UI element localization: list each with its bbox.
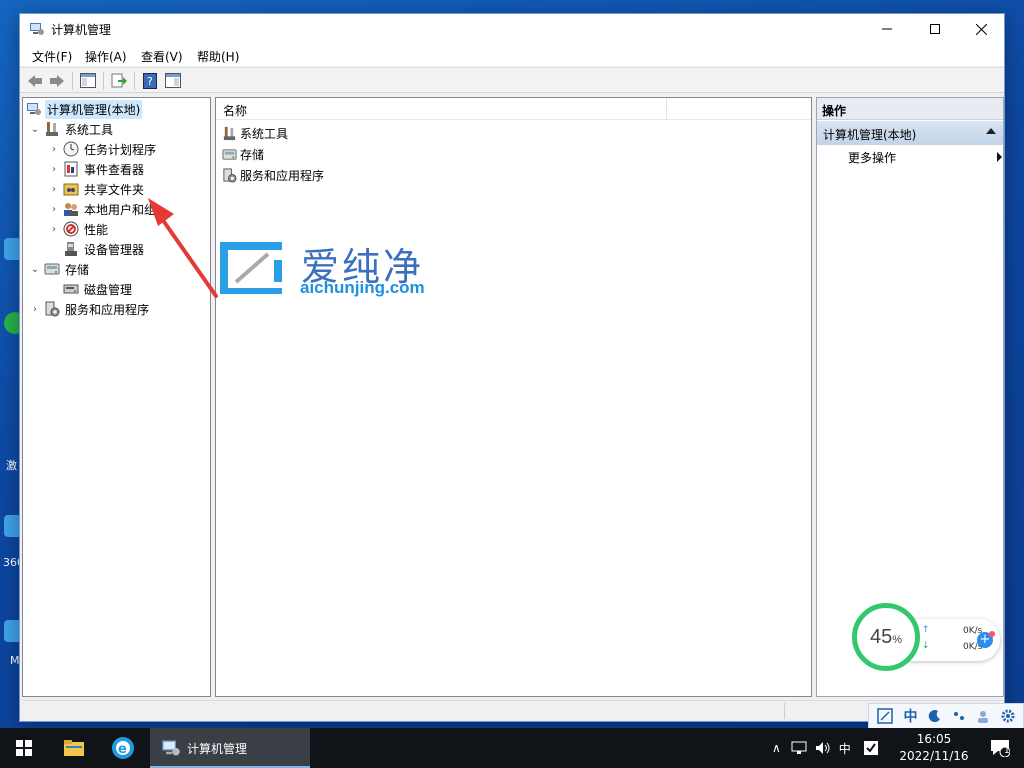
volume-icon[interactable]	[815, 741, 831, 755]
memory-usage-percent: 45	[869, 625, 893, 648]
browser-icon: e	[112, 737, 134, 759]
ime-settings-icon[interactable]	[877, 708, 893, 724]
svg-text:e: e	[118, 742, 127, 757]
clock[interactable]: 16:05 2022/11/16	[890, 731, 978, 765]
security-check-icon[interactable]	[863, 740, 879, 756]
ime-toolbar: 中	[868, 703, 1024, 729]
watermark: 爱纯净 aichunjing.com	[216, 236, 456, 300]
windows-logo-icon	[16, 740, 32, 756]
ime-language-indicator[interactable]: 中	[903, 706, 917, 726]
watermark-logo-icon	[220, 242, 282, 294]
gear-icon[interactable]	[1001, 709, 1015, 723]
percent-sign: %	[892, 634, 903, 646]
system-tray: ∧ 中	[772, 728, 879, 768]
clock-time: 16:05	[916, 732, 952, 746]
taskbar-file-explorer[interactable]	[50, 728, 98, 768]
computer-management-icon	[162, 740, 180, 756]
watermark-en-text: aichunjing.com	[300, 278, 425, 297]
notification-center-button[interactable]: 1	[980, 728, 1020, 768]
taskbar: e 计算机管理 ∧ 中 16:05 2022/11/16 1	[0, 728, 1024, 768]
notification-dot	[989, 631, 995, 637]
taskbar-browser[interactable]: e	[99, 728, 147, 768]
taskbar-computer-management[interactable]: 计算机管理	[150, 728, 310, 768]
folder-icon	[64, 740, 84, 756]
network-icon[interactable]	[791, 741, 807, 755]
input-language-indicator[interactable]: 中	[839, 740, 851, 757]
start-button[interactable]	[0, 728, 48, 768]
memory-usage-circle[interactable]: 45%	[852, 603, 920, 671]
download-arrow-icon: ↓	[922, 641, 930, 651]
network-speed-widget[interactable]: ↑ 0K/s ↓ 0K/s 45% +	[852, 603, 1002, 671]
notification-count: 1	[1004, 746, 1010, 756]
punctuation-icon[interactable]	[952, 709, 966, 723]
user-icon[interactable]	[976, 709, 990, 723]
clock-date: 2022/11/16	[899, 749, 969, 763]
moon-icon[interactable]	[928, 709, 942, 723]
upload-arrow-icon: ↑	[922, 625, 930, 635]
show-hidden-icons-chevron-icon[interactable]: ∧	[772, 741, 781, 755]
taskbar-app-label: 计算机管理	[187, 742, 248, 756]
